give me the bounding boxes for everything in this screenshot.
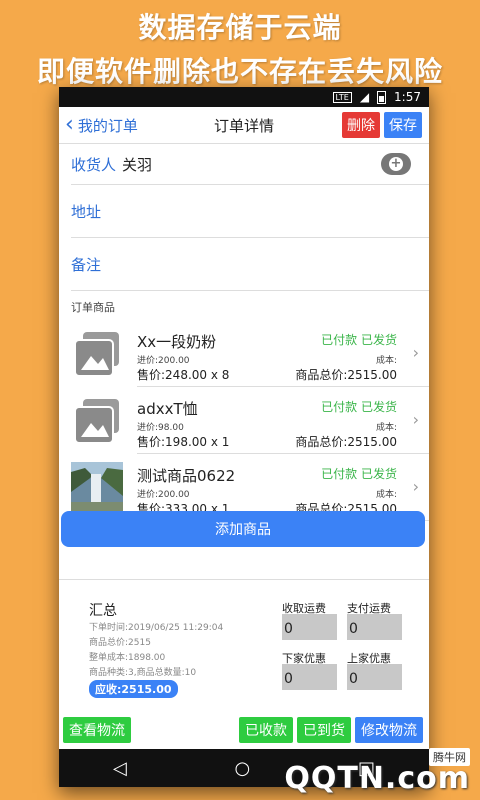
receiver-field[interactable]: 收货人 关羽 + <box>71 144 429 185</box>
plus-icon: + <box>389 156 403 171</box>
note-label: 备注 <box>71 255 102 274</box>
note-field[interactable]: 备注 <box>71 238 429 291</box>
image-placeholder-icon <box>74 332 119 377</box>
order-time: 下单时间:2019/06/25 11:29:04 <box>89 623 224 633</box>
back-triangle-icon[interactable]: ◁ <box>113 758 127 779</box>
promo-line-1: 数据存储于云端 <box>138 11 342 44</box>
fee-collect-input[interactable]: 0 <box>282 614 337 640</box>
discount-down-input[interactable]: 0 <box>282 664 337 690</box>
network-indicator: LTE <box>332 91 352 103</box>
back-label: 我的订单 <box>77 116 138 135</box>
mark-received-button[interactable]: 已收款 <box>239 717 293 743</box>
item-cost: 成本: <box>375 423 397 433</box>
item-purchase-price: 进价:200.00 <box>137 490 190 500</box>
waterfall-photo <box>71 462 123 514</box>
item-total: 商品总价:2515.00 <box>295 435 397 449</box>
edit-logistics-button[interactable]: 修改物流 <box>355 717 423 743</box>
receiver-value: 关羽 <box>122 155 153 174</box>
item-status: 已付款 已发货 <box>321 400 397 414</box>
item-cost: 成本: <box>375 490 397 500</box>
watermark-text: QQTN.com <box>284 761 470 796</box>
chevron-right-icon: › <box>412 343 419 362</box>
item-price: 售价:248.00 x 8 <box>137 368 230 382</box>
page-title: 订单详情 <box>214 116 275 135</box>
image-placeholder-icon <box>74 399 119 444</box>
summary-panel: 汇总 下单时间:2019/06/25 11:29:04 商品总价:2515 整单… <box>59 579 429 710</box>
item-purchase-price: 进价:200.00 <box>137 356 190 366</box>
fee-pay-input[interactable]: 0 <box>347 614 402 640</box>
home-circle-icon[interactable]: ○ <box>235 758 251 779</box>
item-name: adxxT恤 <box>137 400 198 418</box>
item-price: 售价:198.00 x 1 <box>137 435 230 449</box>
whole-cost: 整单成本:1898.00 <box>89 653 166 663</box>
phone-screen: LTE ◢ 1:57 ‹ 我的订单 订单详情 删除 保存 收货人 关羽 + 地址… <box>59 87 429 787</box>
amount-due-badge: 应收:2515.00 <box>89 680 178 698</box>
add-goods-button[interactable]: 添加商品 <box>61 511 425 547</box>
add-receiver-button[interactable]: + <box>381 153 411 175</box>
view-logistics-button[interactable]: 查看物流 <box>63 717 131 743</box>
item-cost: 成本: <box>375 356 397 366</box>
chevron-left-icon: ‹ <box>65 112 74 137</box>
status-bar: LTE ◢ 1:57 <box>59 87 429 107</box>
signal-icon: ◢ <box>359 90 370 104</box>
chevron-right-icon: › <box>412 410 419 429</box>
list-item[interactable]: Xx一段奶粉 已付款 已发货 进价:200.00 成本: 售价:248.00 x… <box>59 321 429 388</box>
address-label: 地址 <box>71 202 102 221</box>
item-total: 商品总价:2515.00 <box>295 368 397 382</box>
item-purchase-price: 进价:98.00 <box>137 423 184 433</box>
promo-line-2: 即便软件删除也不存在丢失风险 <box>36 55 443 88</box>
goods-total: 商品总价:2515 <box>89 638 151 648</box>
battery-icon <box>377 90 387 104</box>
app-bar: ‹ 我的订单 订单详情 删除 保存 <box>59 107 429 144</box>
list-item[interactable]: adxxT恤 已付款 已发货 进价:98.00 成本: 售价:198.00 x … <box>59 388 429 455</box>
item-status: 已付款 已发货 <box>321 467 397 481</box>
address-field[interactable]: 地址 <box>71 185 429 238</box>
goods-kinds: 商品种类:3,商品总数量:10 <box>89 668 197 678</box>
receiver-label: 收货人 <box>71 155 117 174</box>
watermark-logo: QQTN.com <box>284 761 470 796</box>
discount-up-input[interactable]: 0 <box>347 664 402 690</box>
chevron-right-icon: › <box>412 477 419 496</box>
save-button[interactable]: 保存 <box>384 112 422 138</box>
goods-section-label: 订单商品 <box>71 301 115 314</box>
mark-arrived-button[interactable]: 已到货 <box>297 717 351 743</box>
summary-title: 汇总 <box>89 603 117 619</box>
item-name: Xx一段奶粉 <box>137 333 217 351</box>
item-name: 测试商品0622 <box>137 467 236 485</box>
item-status: 已付款 已发货 <box>321 333 397 347</box>
back-button[interactable]: ‹ 我的订单 <box>65 114 138 136</box>
status-time: 1:57 <box>394 90 421 104</box>
delete-button[interactable]: 删除 <box>342 112 380 138</box>
